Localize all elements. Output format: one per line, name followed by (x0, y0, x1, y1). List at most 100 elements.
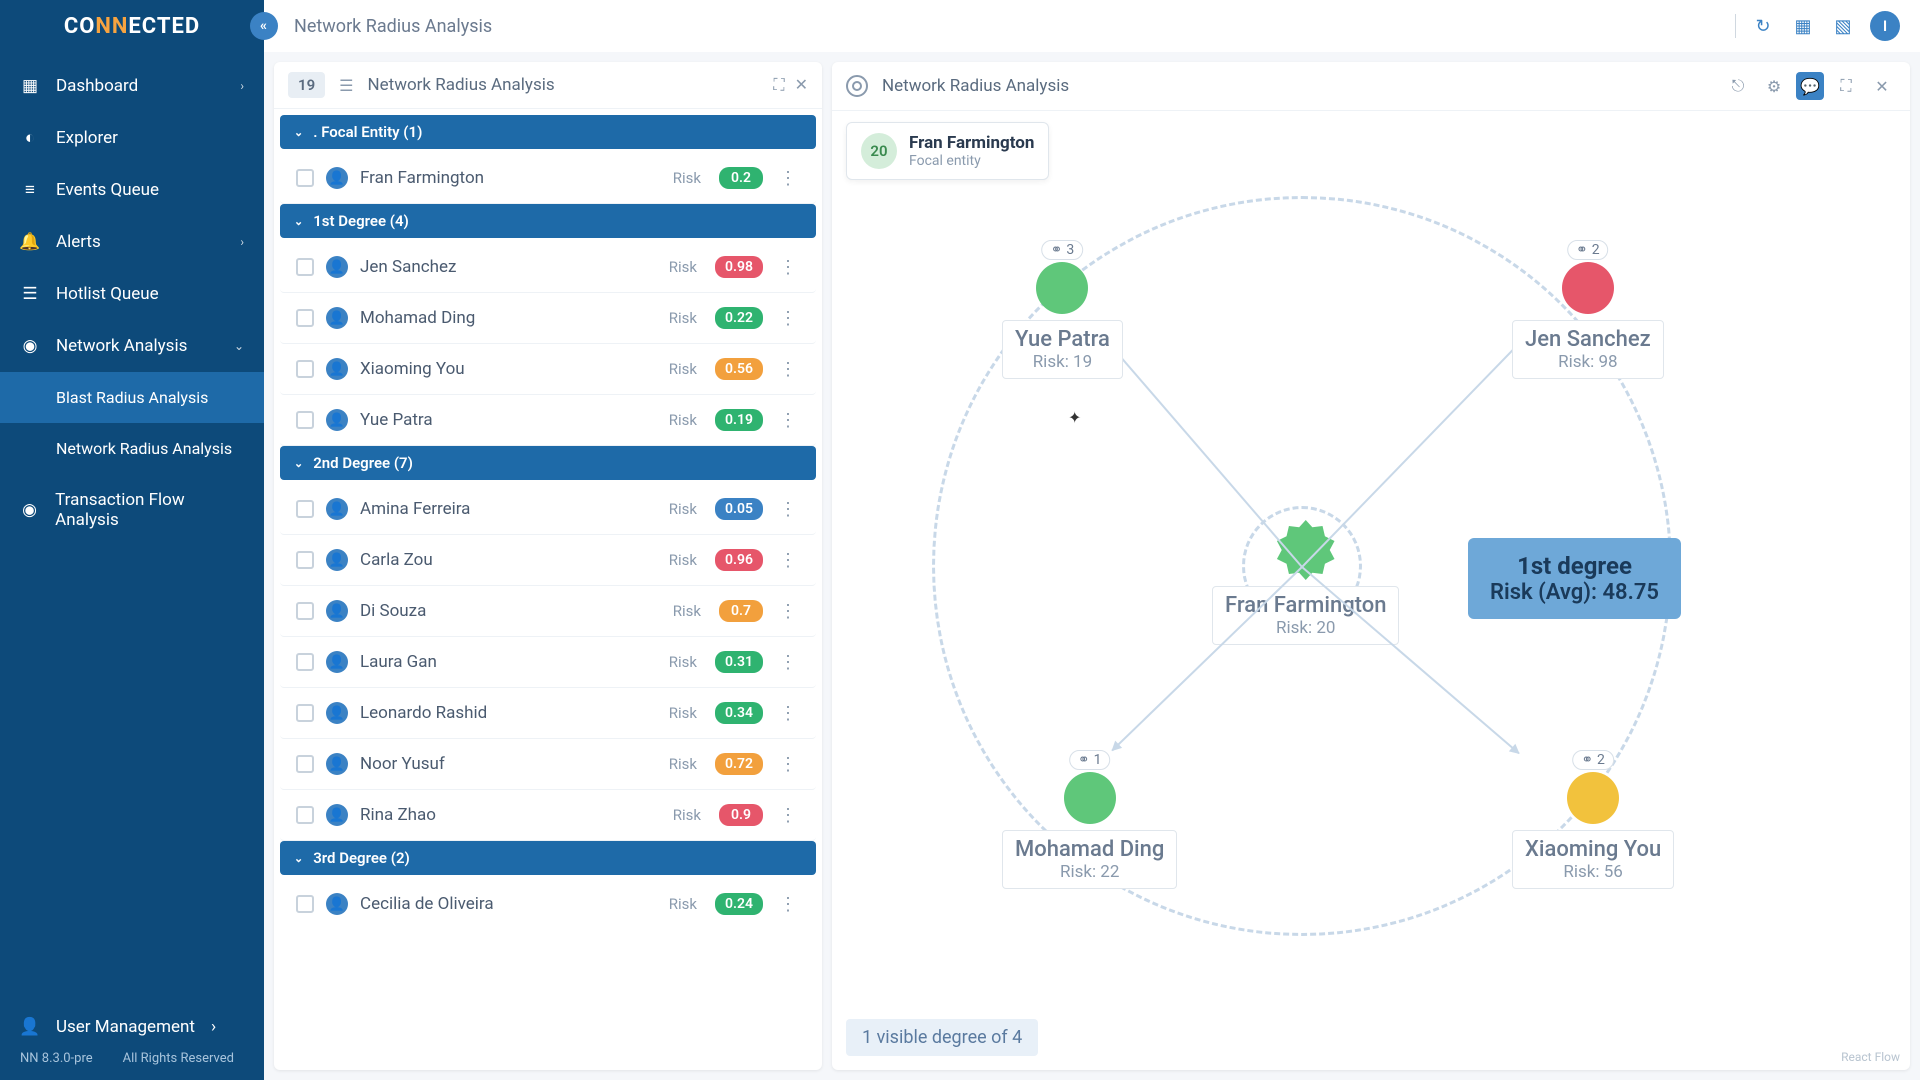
graph-node[interactable]: ⚭ 2 Xiaoming You Risk: 56 (1512, 772, 1674, 889)
row-menu-icon[interactable]: ⋮ (775, 257, 800, 278)
sidebar-item-explorer[interactable]: ◐Explorer (0, 112, 264, 164)
entity-name: Rina Zhao (360, 805, 661, 825)
sidebar-item-transaction-flow-analysis[interactable]: ◉Transaction Flow Analysis (0, 474, 264, 546)
nav-icon: ◉ (20, 500, 39, 520)
checkbox[interactable] (296, 653, 314, 671)
row-menu-icon[interactable]: ⋮ (775, 754, 800, 775)
person-icon: 👤 (326, 358, 348, 380)
link-icon: ⚭ (1576, 242, 1588, 258)
section-header[interactable]: ⌄3rd Degree (2) (280, 841, 816, 875)
node-circle: ⚭ 3 (1036, 262, 1088, 314)
graph-node[interactable]: ⚭ 3 Yue Patra Risk: 19 (1002, 262, 1123, 379)
entity-row[interactable]: 👤 Carla Zou Risk 0.96 ⋮ (280, 535, 816, 586)
entity-name: Yue Patra (360, 410, 657, 430)
checkbox[interactable] (296, 551, 314, 569)
degree-summary-card[interactable]: 1st degree Risk (Avg): 48.75 (1468, 538, 1681, 619)
entity-row[interactable]: 👤 Di Souza Risk 0.7 ⋮ (280, 586, 816, 637)
entity-row[interactable]: 👤 Amina Ferreira Risk 0.05 ⋮ (280, 484, 816, 535)
sidebar-item-hotlist-queue[interactable]: ☰Hotlist Queue (0, 268, 264, 320)
checkbox[interactable] (296, 169, 314, 187)
entity-row[interactable]: 👤 Noor Yusuf Risk 0.72 ⋮ (280, 739, 816, 790)
comment-icon[interactable]: 💬 (1796, 72, 1824, 100)
graph-panel-title: Network Radius Analysis (882, 76, 1069, 96)
sidebar-item-user-management[interactable]: 👤 User Management › (20, 1017, 244, 1051)
row-menu-icon[interactable]: ⋮ (775, 168, 800, 189)
expand-icon[interactable]: ⛶ (773, 75, 784, 95)
entity-row[interactable]: 👤 Jen Sanchez Risk 0.98 ⋮ (280, 242, 816, 293)
row-menu-icon[interactable]: ⋮ (775, 805, 800, 826)
risk-label: Risk (669, 895, 697, 913)
entity-row[interactable]: 👤 Xiaoming You Risk 0.56 ⋮ (280, 344, 816, 395)
widgets-icon[interactable]: ▧ (1830, 13, 1856, 39)
entity-row[interactable]: 👤 Yue Patra Risk 0.19 ⋮ (280, 395, 816, 446)
grid-icon[interactable]: ▦ (1790, 13, 1816, 39)
checkbox[interactable] (296, 500, 314, 518)
graph-node[interactable]: ⚭ 1 Mohamad Ding Risk: 22 (1002, 772, 1177, 889)
checkbox[interactable] (296, 602, 314, 620)
person-icon: 👤 (326, 600, 348, 622)
expand-graph-icon[interactable]: ⛶ (1832, 72, 1860, 100)
row-menu-icon[interactable]: ⋮ (775, 359, 800, 380)
section-header[interactable]: ⌄1st Degree (4) (280, 204, 816, 238)
section-header[interactable]: ⌄2nd Degree (7) (280, 446, 816, 480)
risk-label: Risk (669, 704, 697, 722)
refresh-icon[interactable]: ↻ (1750, 13, 1776, 39)
sidebar-item-dashboard[interactable]: ▦Dashboard› (0, 60, 264, 112)
checkbox[interactable] (296, 806, 314, 824)
user-avatar[interactable]: I (1870, 11, 1900, 41)
row-menu-icon[interactable]: ⋮ (775, 410, 800, 431)
nav-label: Events Queue (56, 180, 159, 200)
user-mgmt-label: User Management (56, 1017, 195, 1037)
entity-row[interactable]: 👤 Rina Zhao Risk 0.9 ⋮ (280, 790, 816, 841)
sidebar-subitem-network-radius-analysis[interactable]: Network Radius Analysis (0, 423, 264, 474)
entity-row[interactable]: 👤 Laura Gan Risk 0.31 ⋮ (280, 637, 816, 688)
node-risk: Risk: 22 (1015, 862, 1164, 882)
risk-label: Risk (669, 551, 697, 569)
checkbox[interactable] (296, 895, 314, 913)
logo-text: CO (64, 14, 96, 39)
chevron-down-icon: ⌄ (294, 852, 303, 865)
row-menu-icon[interactable]: ⋮ (775, 308, 800, 329)
risk-badge: 0.98 (715, 256, 763, 278)
checkbox[interactable] (296, 755, 314, 773)
app-logo: CONNECTED « (0, 0, 264, 52)
settings-icon[interactable]: ⚙ (1760, 72, 1788, 100)
list-icon[interactable]: ☰ (339, 76, 353, 95)
checkbox[interactable] (296, 411, 314, 429)
checkbox[interactable] (296, 258, 314, 276)
row-menu-icon[interactable]: ⋮ (775, 499, 800, 520)
row-menu-icon[interactable]: ⋮ (775, 894, 800, 915)
chevron-icon: › (240, 235, 244, 249)
nav-icon: ▦ (20, 76, 40, 96)
sidebar-collapse-button[interactable]: « (250, 12, 278, 40)
entity-row[interactable]: 👤 Mohamad Ding Risk 0.22 ⋮ (280, 293, 816, 344)
close-icon[interactable]: ✕ (795, 75, 808, 95)
checkbox[interactable] (296, 360, 314, 378)
node-circle: ⚭ 1 (1064, 772, 1116, 824)
checkbox[interactable] (296, 704, 314, 722)
sidebar-item-alerts[interactable]: 🔔Alerts› (0, 216, 264, 268)
section-header[interactable]: ⌄. Focal Entity (1) (280, 115, 816, 149)
sidebar-item-network-analysis[interactable]: ◉Network Analysis⌄ (0, 320, 264, 372)
row-menu-icon[interactable]: ⋮ (775, 652, 800, 673)
graph-node[interactable]: ⚭ 2 Jen Sanchez Risk: 98 (1512, 262, 1664, 379)
person-icon: 👤 (326, 804, 348, 826)
entity-row[interactable]: 👤 Cecilia de Oliveira Risk 0.24 ⋮ (280, 879, 816, 929)
row-menu-icon[interactable]: ⋮ (775, 703, 800, 724)
section-title: . Focal Entity (1) (313, 123, 422, 141)
risk-badge: 0.72 (715, 753, 763, 775)
row-menu-icon[interactable]: ⋮ (775, 601, 800, 622)
nav-icon: ≡ (20, 180, 40, 200)
entity-name: Carla Zou (360, 550, 657, 570)
sidebar-item-events-queue[interactable]: ≡ Events Queue (0, 164, 264, 216)
entity-row[interactable]: 👤 Leonardo Rashid Risk 0.34 ⋮ (280, 688, 816, 739)
chevron-right-icon: › (211, 1017, 216, 1037)
entity-name: Laura Gan (360, 652, 657, 672)
close-graph-icon[interactable]: ✕ (1868, 72, 1896, 100)
checkbox[interactable] (296, 309, 314, 327)
person-icon: 👤 (326, 498, 348, 520)
sidebar-subitem-blast-radius-analysis[interactable]: Blast Radius Analysis (0, 372, 264, 423)
tree-icon[interactable]: ⎋ (1724, 72, 1752, 100)
entity-row[interactable]: 👤 Fran Farmington Risk 0.2 ⋮ (280, 153, 816, 204)
row-menu-icon[interactable]: ⋮ (775, 550, 800, 571)
